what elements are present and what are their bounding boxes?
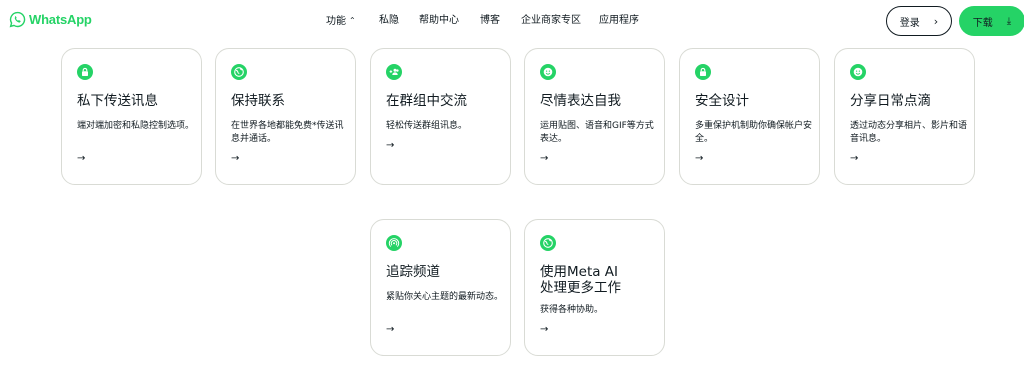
- arrow-right-icon: →: [540, 324, 549, 335]
- download-button-label: 下载: [972, 17, 993, 29]
- download-icon: ⤓: [1006, 15, 1012, 27]
- feature-card-stay-connected[interactable]: 保持联系 在世界各地都能免费*传送讯息并通话。 →: [215, 48, 356, 185]
- chevron-up-icon: ⌃: [349, 16, 356, 25]
- nav-item-privacy[interactable]: 私隐: [379, 14, 399, 28]
- download-button[interactable]: 下载 ⤓: [959, 6, 1024, 36]
- feature-card-follow-channels[interactable]: 追踪频道 紧贴你关心主题的最新动态。 →: [370, 219, 511, 356]
- feature-card-group-chat[interactable]: 在群组中交流 轻松传送群组讯息。 →: [370, 48, 511, 185]
- arrow-right-icon: →: [850, 153, 859, 164]
- group-add-icon: [386, 64, 402, 80]
- nav-item-features[interactable]: 功能 ⌃: [326, 14, 356, 29]
- globe-icon: [231, 64, 247, 80]
- login-button[interactable]: 登录 ›: [886, 6, 952, 36]
- globe-icon: [540, 235, 556, 251]
- card-description: 多重保护机制助你确保帐户安全。: [695, 121, 813, 144]
- card-title: 分享日常点滴: [850, 93, 931, 109]
- smiley-icon: [850, 64, 866, 80]
- card-description: 轻松传送群组讯息。: [386, 121, 468, 131]
- nav-item-blog[interactable]: 博客: [480, 14, 500, 28]
- card-title: 尽情表达自我: [540, 93, 621, 109]
- arrow-right-icon: →: [77, 153, 86, 164]
- chevron-right-icon: ›: [933, 14, 939, 28]
- card-description: 端对端加密和私隐控制选项。: [77, 121, 195, 131]
- arrow-right-icon: →: [695, 153, 704, 164]
- login-button-label: 登录: [899, 17, 920, 29]
- card-title: 追踪频道: [386, 264, 440, 280]
- card-title: 在群组中交流: [386, 93, 467, 109]
- nav-item-label: 功能: [326, 16, 346, 27]
- card-description: 运用贴图、语音和GIF等方式表达。: [540, 121, 654, 144]
- card-description: 在世界各地都能免费*传送讯息并通话。: [231, 121, 344, 144]
- arrow-right-icon: →: [231, 153, 240, 164]
- nav-item-help-center[interactable]: 帮助中心: [419, 14, 459, 28]
- channel-icon: [386, 235, 402, 251]
- card-description: 紧贴你关心主题的最新动态。: [386, 292, 504, 302]
- card-title: 安全设计: [695, 93, 749, 109]
- feature-card-private-messaging[interactable]: 私下传送讯息 端对端加密和私隐控制选项。 →: [61, 48, 202, 185]
- main-nav: 功能 ⌃ 私隐 帮助中心 博客 企业商家专区 应用程序: [0, 14, 1024, 30]
- card-title: 使用Meta AI 处理更多工作: [540, 264, 621, 296]
- arrow-right-icon: →: [386, 140, 395, 151]
- arrow-right-icon: →: [386, 324, 395, 335]
- card-description: 获得各种协助。: [540, 305, 604, 315]
- feature-card-express-yourself[interactable]: 尽情表达自我 运用贴图、语音和GIF等方式表达。 →: [524, 48, 665, 185]
- card-title: 私下传送讯息: [77, 93, 158, 109]
- card-title: 保持联系: [231, 93, 285, 109]
- feature-card-share-moments[interactable]: 分享日常点滴 透过动态分享相片、影片和语音讯息。 →: [834, 48, 975, 185]
- nav-item-apps[interactable]: 应用程序: [599, 14, 639, 28]
- feature-card-secure-design[interactable]: 安全设计 多重保护机制助你确保帐户安全。 →: [679, 48, 820, 185]
- lock-icon: [77, 64, 93, 80]
- nav-item-business[interactable]: 企业商家专区: [521, 14, 581, 28]
- card-description: 透过动态分享相片、影片和语音讯息。: [850, 121, 968, 144]
- arrow-right-icon: →: [540, 153, 549, 164]
- lock-icon: [695, 64, 711, 80]
- feature-card-meta-ai[interactable]: 使用Meta AI 处理更多工作 获得各种协助。 →: [524, 219, 665, 356]
- smiley-icon: [540, 64, 556, 80]
